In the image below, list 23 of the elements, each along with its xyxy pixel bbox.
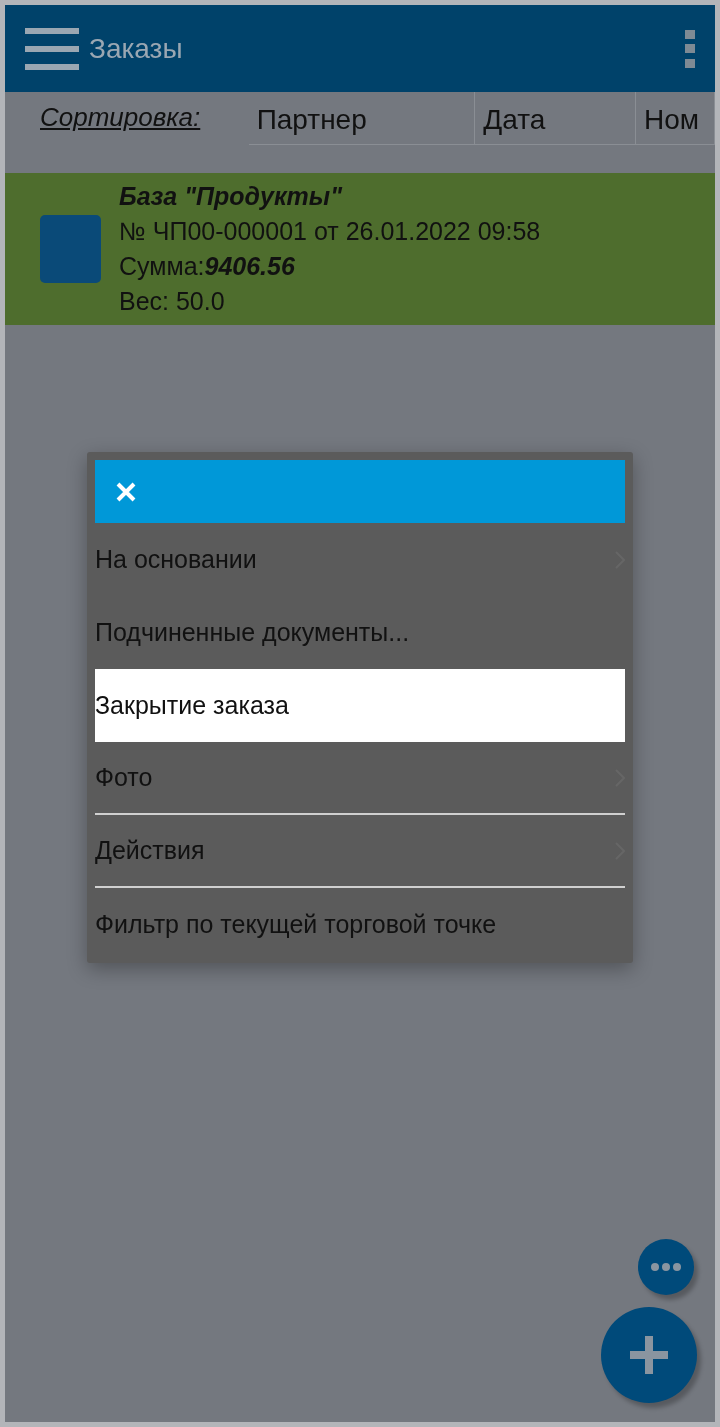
sort-column[interactable]: Партнер xyxy=(248,92,476,145)
status-square xyxy=(40,215,101,283)
menu-icon[interactable] xyxy=(25,25,79,72)
plus-icon xyxy=(630,1336,668,1374)
partner-name: База "Продукты" xyxy=(119,181,344,212)
menu-item[interactable]: Фильтр по текущей торговой точке xyxy=(95,888,625,961)
dots-icon xyxy=(651,1263,681,1271)
menu-item[interactable]: Действия xyxy=(95,815,625,888)
close-icon[interactable] xyxy=(115,480,137,503)
sort-column[interactable]: Ном xyxy=(636,92,715,145)
order-weight: Вес: 50.0 xyxy=(119,286,226,317)
menu-item[interactable]: Закрытие заказа xyxy=(95,669,625,742)
more-icon[interactable] xyxy=(685,29,695,68)
sort-column[interactable]: Дата xyxy=(475,92,636,145)
menu-item[interactable]: Фото xyxy=(95,742,625,815)
sort-label: Сортировка: xyxy=(40,102,202,133)
screen-title: Заказы xyxy=(89,32,184,65)
menu-item[interactable]: Подчиненные документы... xyxy=(95,596,625,669)
order-number: № ЧП00-000001 от 26.01.2022 09:58 xyxy=(119,216,541,247)
order-card[interactable]: База "Продукты" № ЧП00-000001 от 26.01.2022 09:58 Сумма:9406.56 Вес: 50.0 xyxy=(5,173,715,325)
order-sum: Сумма:9406.56 xyxy=(119,251,296,282)
more-button[interactable] xyxy=(638,1239,694,1295)
menu-item[interactable]: На основании xyxy=(95,523,625,596)
